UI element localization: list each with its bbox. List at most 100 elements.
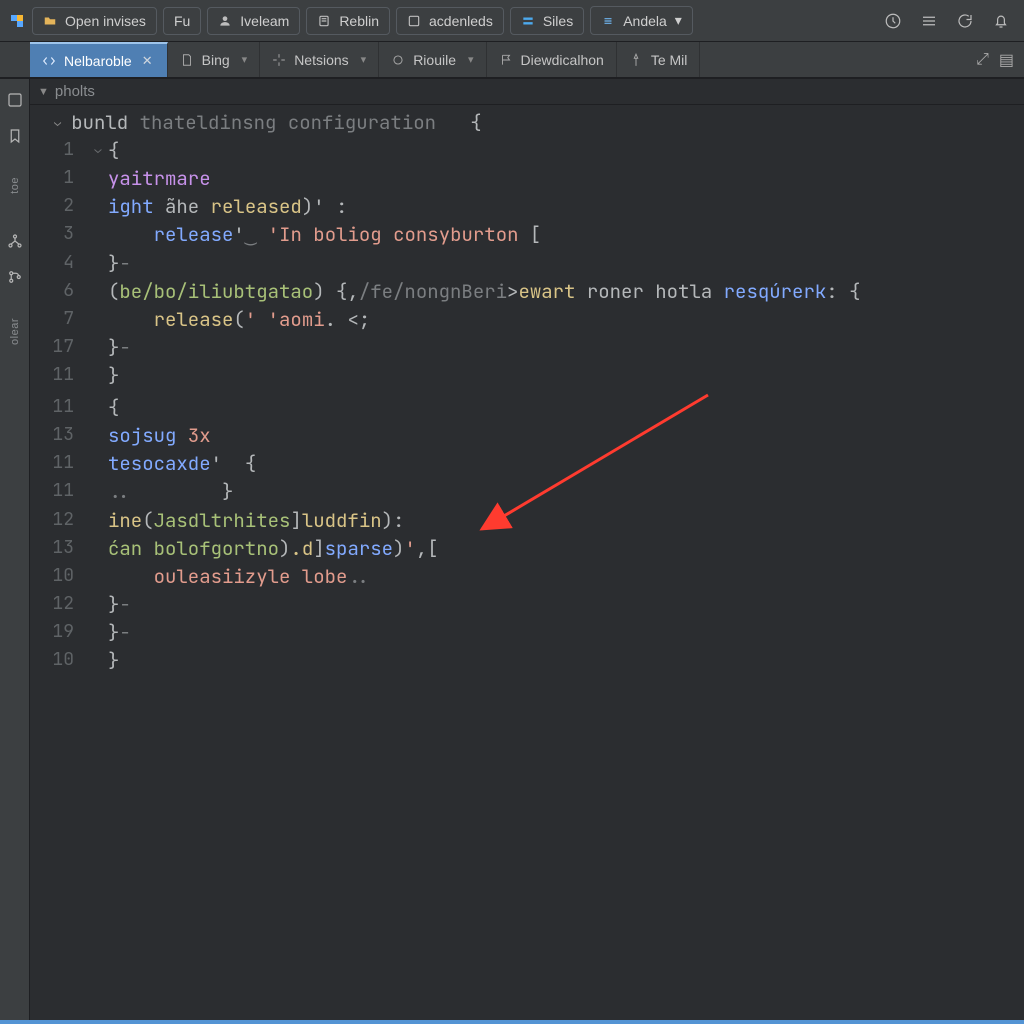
fold-caret[interactable] xyxy=(88,647,108,675)
code-content[interactable]: }- xyxy=(108,250,880,278)
open-project-button[interactable]: Open invises xyxy=(32,7,157,35)
line-number: 10 xyxy=(30,647,88,675)
rail-project-icon[interactable] xyxy=(4,89,26,111)
code-content[interactable]: (be/bo/iliubtgatao) {,/fe/nongnBeri>ewar… xyxy=(108,278,880,306)
code-line[interactable]: 11tesocaxde' { xyxy=(30,450,880,478)
fold-caret[interactable] xyxy=(88,306,108,334)
code-content[interactable]: ight ãhe released)' : xyxy=(108,193,880,221)
line-number: 10 xyxy=(30,563,88,591)
subtab-temil-label: Te Mil xyxy=(651,52,688,68)
ide-logo-icon xyxy=(8,12,26,30)
code-content[interactable]: tesocaxde' { xyxy=(108,450,880,478)
fold-header[interactable]: ⌄ bunld thateldinsng configuration { xyxy=(30,109,1024,137)
code-line[interactable]: 17 }- xyxy=(30,334,880,362)
code-line[interactable]: 6(be/bo/iliubtgatao) {,/fe/nongnBeri>ewa… xyxy=(30,278,880,306)
code-line[interactable]: 3 release'‿ 'In boliog consyburton [ xyxy=(30,221,880,249)
clock-icon-button[interactable] xyxy=(878,6,908,36)
fold-caret[interactable]: ⌄ xyxy=(88,137,108,165)
left-tool-rail: toe olear xyxy=(0,79,30,1020)
code-content[interactable]: release'‿ 'In boliog consyburton [ xyxy=(108,221,880,249)
code-content[interactable]: yaitrmare xyxy=(108,165,880,193)
fold-caret[interactable] xyxy=(88,507,108,535)
code-content[interactable]: }- xyxy=(108,591,880,619)
subtab-bing[interactable]: Bing ▾ xyxy=(168,42,261,77)
code-content[interactable]: ćan bolofgortno).d]sparse)',[ xyxy=(108,535,880,563)
fold-caret[interactable] xyxy=(88,250,108,278)
refresh-icon-button[interactable] xyxy=(950,6,980,36)
fold-caret[interactable] xyxy=(88,193,108,221)
expand-icon[interactable]: ⤢ xyxy=(976,51,989,69)
fold-caret[interactable] xyxy=(88,619,108,647)
rail-git-icon[interactable] xyxy=(4,266,26,288)
fold-caret[interactable] xyxy=(88,563,108,591)
code-content[interactable]: } xyxy=(108,362,880,390)
subtab-netsions[interactable]: Netsions ▾ xyxy=(260,42,379,77)
chevron-down-icon: ▾ xyxy=(361,53,367,66)
subtab-diew-label: Diewdicalhon xyxy=(521,52,604,68)
code-line[interactable]: 2ight ãhe released)' : xyxy=(30,193,880,221)
line-number: 12 xyxy=(30,591,88,619)
code-line[interactable]: 11.. } xyxy=(30,478,880,506)
rail-bookmark-icon[interactable] xyxy=(4,125,26,147)
close-icon[interactable]: ✕ xyxy=(140,53,155,69)
andela-button[interactable]: Andela ▾ xyxy=(590,6,693,35)
bell-icon-button[interactable] xyxy=(986,6,1016,36)
live-button[interactable]: Iveleam xyxy=(207,7,300,35)
code-line[interactable]: 10} xyxy=(30,647,880,675)
fold-caret[interactable] xyxy=(88,362,108,390)
fold-caret[interactable] xyxy=(88,478,108,506)
code-line[interactable]: 11{ xyxy=(30,394,880,422)
rail-label-toe[interactable]: toe xyxy=(9,173,21,198)
fold-caret[interactable] xyxy=(88,394,108,422)
code-line[interactable]: 1yaitrmare xyxy=(30,165,880,193)
code-editor[interactable]: ⌄ bunld thateldinsng configuration { 1⌄{… xyxy=(30,105,1024,1020)
code-line[interactable]: 11} xyxy=(30,362,880,390)
editor-tab-active[interactable]: Nelbaroble ✕ xyxy=(30,42,168,77)
subtab-temil[interactable]: Te Mil xyxy=(617,42,701,77)
code-line[interactable]: 19}- xyxy=(30,619,880,647)
code-content[interactable]: }- xyxy=(108,619,880,647)
code-line[interactable]: 12 }- xyxy=(30,591,880,619)
fold-caret[interactable] xyxy=(88,450,108,478)
code-content[interactable]: sojsug 3x xyxy=(108,422,880,450)
code-line[interactable]: 12ine(Jasdltrhites]luddfin): xyxy=(30,507,880,535)
menu-icon-button[interactable] xyxy=(914,6,944,36)
fold-caret[interactable] xyxy=(88,591,108,619)
fold-caret[interactable] xyxy=(88,278,108,306)
siles-button[interactable]: Siles xyxy=(510,7,584,35)
code-content[interactable]: } xyxy=(108,647,880,675)
rail-structure-icon[interactable] xyxy=(4,230,26,252)
code-content[interactable]: { xyxy=(108,394,880,422)
fold-caret[interactable] xyxy=(88,165,108,193)
file-icon xyxy=(180,53,194,67)
code-content[interactable]: { xyxy=(108,137,880,165)
rail-label-olear[interactable]: olear xyxy=(9,314,21,349)
aced-label: acdenleds xyxy=(429,13,493,29)
code-line[interactable]: 4}- xyxy=(30,250,880,278)
reblin-button[interactable]: Reblin xyxy=(306,7,390,35)
code-line[interactable]: 7 release(' 'aomi. <; xyxy=(30,306,880,334)
aced-button[interactable]: acdenleds xyxy=(396,7,504,35)
code-content[interactable]: ine(Jasdltrhites]luddfin): xyxy=(108,507,880,535)
breadcrumb[interactable]: ▼ pholts xyxy=(30,79,1024,105)
code-content[interactable]: }- xyxy=(108,334,880,362)
fold-caret[interactable] xyxy=(88,221,108,249)
code-content[interactable]: release(' 'aomi. <; xyxy=(108,306,880,334)
code-line[interactable]: 13sojsug 3x xyxy=(30,422,880,450)
fold-caret[interactable] xyxy=(88,334,108,362)
editor-tab-active-label: Nelbaroble xyxy=(64,53,132,69)
layout-icon[interactable]: ▤ xyxy=(999,50,1014,70)
code-content[interactable]: ouleasiizyle lobe.. xyxy=(108,563,880,591)
line-number: 17 xyxy=(30,334,88,362)
fu-button[interactable]: Fu xyxy=(163,7,201,35)
subtab-riouile[interactable]: Riouile ▾ xyxy=(379,42,486,77)
code-line[interactable]: 10 ouleasiizyle lobe.. xyxy=(30,563,880,591)
fold-caret[interactable] xyxy=(88,422,108,450)
code-line[interactable]: 13ćan bolofgortno).d]sparse)',[ xyxy=(30,535,880,563)
code-content[interactable]: .. } xyxy=(108,478,880,506)
fold-caret[interactable] xyxy=(88,535,108,563)
subtab-diew[interactable]: Diewdicalhon xyxy=(487,42,617,77)
siles-label: Siles xyxy=(543,13,573,29)
reblin-label: Reblin xyxy=(339,13,379,29)
code-line[interactable]: 1⌄{ xyxy=(30,137,880,165)
